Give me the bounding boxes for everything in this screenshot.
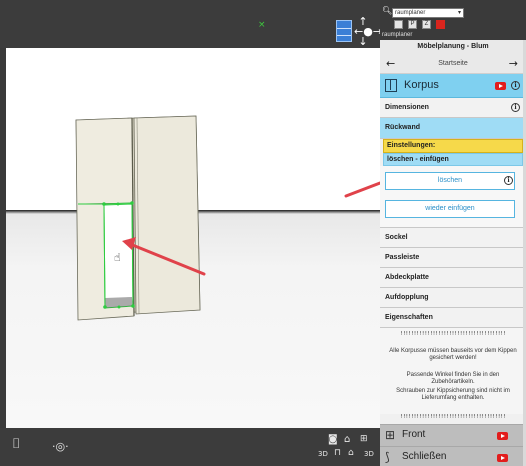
front-icon: ⊞ xyxy=(385,428,396,442)
axis-marker-icon: × xyxy=(258,20,266,30)
home-icon[interactable]: ⌂ xyxy=(344,434,350,445)
view-3d-alt-button[interactable]: 3D xyxy=(364,450,374,458)
section-aufdopplung[interactable]: Aufdopplung xyxy=(380,288,526,308)
youtube-icon[interactable] xyxy=(495,82,506,90)
wieder-einfuegen-button[interactable]: wieder einfügen xyxy=(385,200,515,218)
3d-viewport[interactable]: × ↑ ←●→ ↓ ☝ ⌷ ·◎· ◙ ⌂ ⊞ 3D ⊓ ⌂ 3D xyxy=(0,0,382,466)
toolbar-btn-z[interactable]: Z xyxy=(422,20,431,29)
chevron-down-icon: ▾ xyxy=(457,10,461,16)
scene-canvas[interactable]: ☝ xyxy=(6,48,382,428)
cabinet-render: ☝ xyxy=(75,115,382,321)
view-top-icon[interactable]: ⌂ xyxy=(348,448,354,458)
view-front-icon[interactable]: ⊞ xyxy=(360,434,368,444)
info-icon[interactable]: i xyxy=(511,103,520,112)
orbit-icon[interactable]: ·◎· xyxy=(52,440,69,453)
note-line-2: Passende Winkel finden Sie in den Zubehö… xyxy=(406,372,500,385)
viewport-top-bar: × ↑ ←●→ ↓ xyxy=(0,0,382,48)
section-dimensionen-label: Dimensionen xyxy=(385,104,429,111)
toolbar-btn-red[interactable] xyxy=(436,20,445,29)
section-abdeckplatte-label: Abdeckplatte xyxy=(385,274,429,281)
planner-panel: 🔍︎ raumplaner ▾ P Z raumplaner Möbelplan… xyxy=(380,0,526,466)
section-sockel-label: Sockel xyxy=(385,234,408,241)
toolbar-btn-p[interactable]: P xyxy=(408,20,417,29)
section-sockel[interactable]: Sockel xyxy=(380,228,526,248)
korpus-header[interactable]: Korpus i xyxy=(380,74,526,98)
section-abdeckplatte[interactable]: Abdeckplatte xyxy=(380,268,526,288)
loeschen-button[interactable]: löschen xyxy=(385,172,515,190)
rueckwand-actions: löschen i wieder einfügen xyxy=(380,166,526,228)
app-label: raumplaner xyxy=(382,32,413,38)
note-line-3: Schrauben zur Kippsicherung sind nicht i… xyxy=(396,388,510,401)
section-rueckwand[interactable]: Rückwand xyxy=(380,118,526,139)
camera-icon[interactable]: ◙ xyxy=(328,434,338,445)
front-label: Front xyxy=(402,429,426,440)
hinge-icon: ⟆ xyxy=(385,450,390,464)
section-front[interactable]: ⊞ Front xyxy=(380,424,526,446)
info-icon[interactable]: i xyxy=(504,176,513,185)
loeschen-einfuegen-header[interactable]: löschen - einfügen xyxy=(383,153,523,166)
move-arrows-icon[interactable]: ↑ ←●→ ↓ xyxy=(354,16,382,47)
view-side-icon[interactable]: ⊓ xyxy=(334,448,341,458)
section-passleiste[interactable]: Passleiste xyxy=(380,248,526,268)
toolbar-btn-blank[interactable] xyxy=(394,20,403,29)
search-icon[interactable]: 🔍︎ xyxy=(382,6,392,15)
cabinet-icon xyxy=(385,79,397,92)
youtube-icon[interactable] xyxy=(497,454,508,462)
planner-select[interactable]: raumplaner ▾ xyxy=(392,8,464,18)
section-dimensionen[interactable]: Dimensionen i xyxy=(380,98,526,118)
section-aufdopplung-label: Aufdopplung xyxy=(385,294,429,301)
kippsicherung-note: !!!!!!!!!!!!!!!!!!!!!!!!!!!!!!!!!!!!!!!!… xyxy=(380,328,526,420)
panel-nav: ← Startseite → xyxy=(380,57,526,72)
section-schliessen[interactable]: ⟆ Schließen xyxy=(380,446,526,466)
planner-select-value: raumplaner xyxy=(395,10,426,16)
note-line-1: Alle Korpusse müssen bauseits vor dem Ki… xyxy=(389,348,517,361)
einstellungen-header: Einstellungen: xyxy=(383,139,523,153)
youtube-icon[interactable] xyxy=(497,432,508,440)
section-rueckwand-label: Rückwand xyxy=(385,124,421,131)
section-eigenschaften-label: Eigenschaften xyxy=(385,314,433,321)
nav-startseite[interactable]: Startseite xyxy=(380,60,526,67)
forward-arrow-icon[interactable]: → xyxy=(509,57,518,70)
view-3d-button[interactable]: 3D xyxy=(318,450,328,458)
section-passleiste-label: Passleiste xyxy=(385,254,420,261)
schliessen-label: Schließen xyxy=(402,451,447,462)
viewport-bottom-bar: ⌷ ·◎· ◙ ⌂ ⊞ 3D ⊓ ⌂ 3D xyxy=(0,428,380,466)
note-divider-top: !!!!!!!!!!!!!!!!!!!!!!!!!!!!!!!!!!!!!!!! xyxy=(400,331,506,337)
nav-cube[interactable]: ↑ ←●→ ↓ xyxy=(334,16,382,47)
einstellungen-label: Einstellungen: xyxy=(387,142,436,149)
hand-cursor-icon: ☝ xyxy=(114,251,121,264)
cabinet-back-panel xyxy=(133,115,201,315)
panel-header: Möbelplanung - Blum ← Startseite → xyxy=(380,40,526,74)
section-eigenschaften[interactable]: Eigenschaften xyxy=(380,308,526,328)
nav-cube-icon[interactable] xyxy=(336,20,352,42)
korpus-label: Korpus xyxy=(404,79,439,91)
door-icon[interactable]: ⌷ xyxy=(12,436,20,452)
info-icon[interactable]: i xyxy=(511,81,520,90)
note-divider-bottom: !!!!!!!!!!!!!!!!!!!!!!!!!!!!!!!!!!!!!!!! xyxy=(400,414,506,420)
panel-toolbar: 🔍︎ raumplaner ▾ P Z raumplaner xyxy=(380,0,526,40)
panel-title: Möbelplanung - Blum xyxy=(417,43,489,50)
loeschen-einfuegen-label: löschen - einfügen xyxy=(387,156,449,163)
